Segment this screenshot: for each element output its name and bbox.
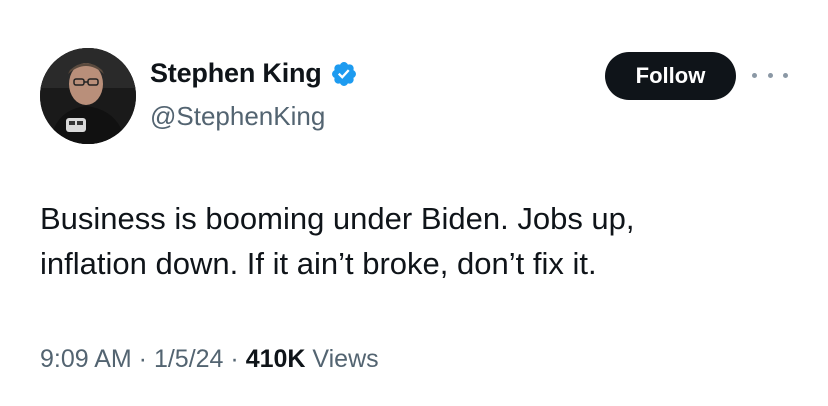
- avatar[interactable]: [40, 48, 136, 144]
- author-name-row: Stephen King: [150, 58, 358, 89]
- dot: [752, 72, 757, 78]
- follow-button[interactable]: Follow: [605, 52, 736, 100]
- tweet-text: Business is booming under Biden. Jobs up…: [40, 201, 635, 281]
- dot: [767, 72, 773, 78]
- avatar-image: [40, 48, 136, 144]
- dot: [783, 72, 788, 78]
- tweet-date[interactable]: 1/5/24: [154, 345, 224, 374]
- display-name[interactable]: Stephen King: [150, 58, 322, 89]
- meta-separator: ·: [131, 345, 154, 373]
- tweet-time[interactable]: 9:09 AM: [40, 345, 132, 374]
- more-options-icon[interactable]: [752, 68, 788, 82]
- tweet-meta: 9:09 AM · 1/5/24 · 410K Views: [40, 345, 379, 374]
- views-count: 410K: [245, 345, 306, 373]
- verified-badge-icon: [331, 61, 356, 86]
- author-handle[interactable]: @StephenKing: [150, 101, 325, 132]
- views-label: Views: [305, 345, 379, 373]
- meta-separator: ·: [223, 345, 246, 373]
